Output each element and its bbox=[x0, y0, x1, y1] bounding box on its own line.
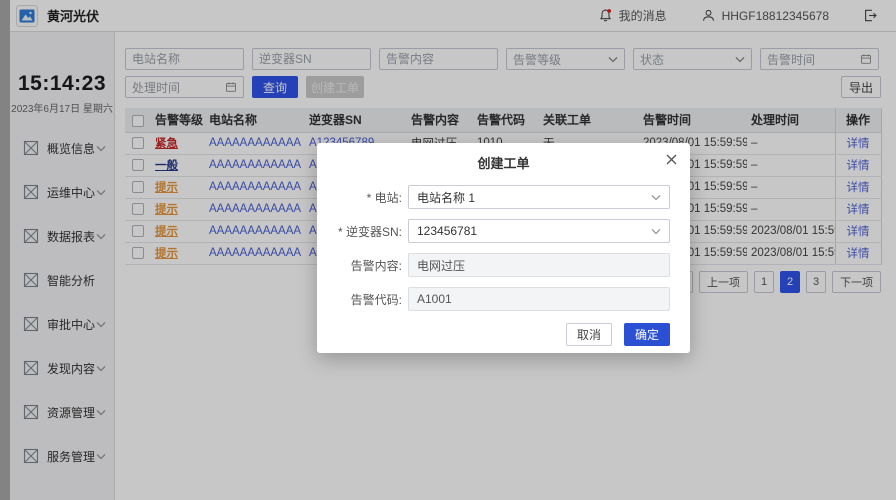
modal-field-label: * 逆变器SN: bbox=[337, 224, 402, 239]
modal-field-label: 告警内容: bbox=[350, 258, 402, 273]
app-window: 黄河光伏 我的消息 HHGF18812345678 15:14:23 2023年… bbox=[0, 0, 896, 500]
modal-title: 创建工单 bbox=[477, 155, 530, 171]
alarm-content-field: 电网过压 bbox=[408, 253, 670, 277]
chevron-down-icon bbox=[651, 228, 661, 235]
modal-field-value: A1001 bbox=[417, 292, 452, 306]
modal-header: 创建工单 bbox=[317, 143, 690, 175]
create-order-modal: 创建工单 * 电站: 电站名称 1 * 逆变器SN: 123456781 告警内容: 电网… bbox=[317, 143, 690, 353]
modal-field-row: 告警内容: 电网过压 bbox=[327, 253, 670, 277]
modal-field-label: * 电站: bbox=[366, 190, 402, 205]
modal-field-label: 告警代码: bbox=[350, 292, 402, 307]
modal-field-value: 电网过压 bbox=[417, 258, 466, 273]
modal-field-value: 123456781 bbox=[417, 224, 478, 238]
cancel-button[interactable]: 取消 bbox=[566, 323, 612, 346]
modal-field-row: 告警代码: A1001 bbox=[327, 287, 670, 311]
inverter-sn-select[interactable]: 123456781 bbox=[408, 219, 670, 243]
modal-footer: 取消 确定 bbox=[317, 323, 690, 346]
confirm-button[interactable]: 确定 bbox=[624, 323, 670, 346]
modal-body: * 电站: 电站名称 1 * 逆变器SN: 123456781 告警内容: 电网过压告警代… bbox=[317, 175, 690, 311]
alarm-code-field: A1001 bbox=[408, 287, 670, 311]
chevron-down-icon bbox=[651, 194, 661, 201]
station-select[interactable]: 电站名称 1 bbox=[408, 185, 670, 209]
modal-field-value: 电站名称 1 bbox=[417, 190, 476, 205]
close-icon[interactable] bbox=[666, 154, 677, 165]
modal-field-row: * 逆变器SN: 123456781 bbox=[327, 219, 670, 243]
modal-field-row: * 电站: 电站名称 1 bbox=[327, 185, 670, 209]
